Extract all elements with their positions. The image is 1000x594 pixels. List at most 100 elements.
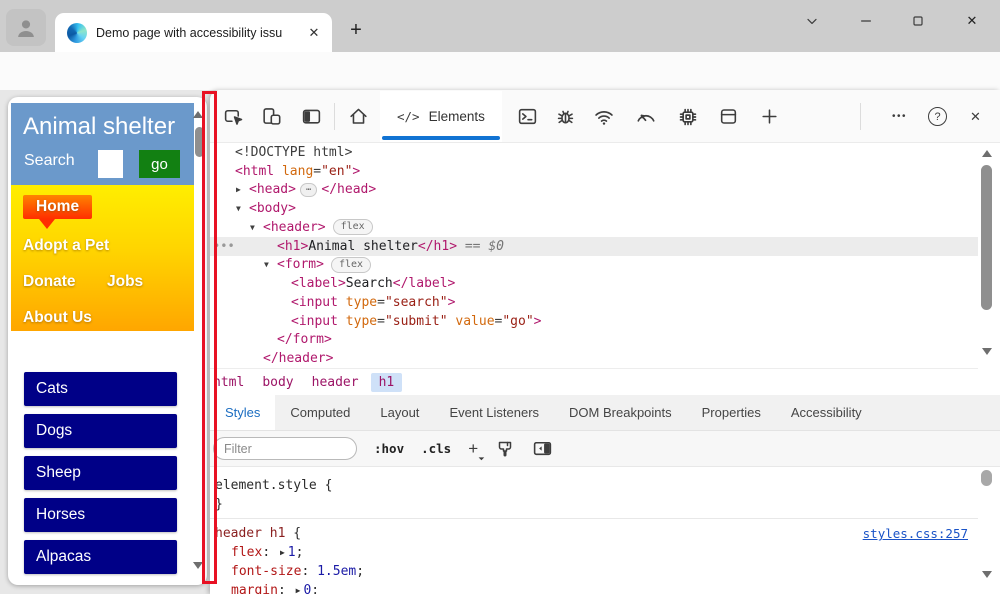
dom-tree-row[interactable]: <input type="search">: [210, 293, 978, 312]
tab-memory-button[interactable]: [676, 105, 699, 128]
new-style-rule-button[interactable]: [468, 439, 478, 459]
nav-link-home[interactable]: Home: [23, 195, 92, 219]
dom-tree-row[interactable]: <!DOCTYPE html>: [210, 143, 978, 162]
rendering-button[interactable]: [495, 439, 515, 459]
breadcrumb-item-header[interactable]: header: [312, 375, 359, 390]
dom-token-eq: =: [495, 314, 503, 329]
window-close-button[interactable]: [957, 8, 987, 34]
tab-actions-button[interactable]: [797, 8, 827, 34]
dom-tree-row[interactable]: </form>: [210, 331, 978, 350]
expand-arrow-icon[interactable]: ▶: [236, 185, 249, 194]
dom-token-tag: <head>: [249, 182, 296, 197]
nav-link-about-us[interactable]: About Us: [23, 309, 92, 327]
toggle-pseudo-state-button[interactable]: :hov: [374, 441, 404, 456]
computed-sidebar-toggle-button[interactable]: [532, 438, 553, 459]
css-colon: :: [301, 564, 317, 579]
css-semicolon: ;: [356, 564, 364, 579]
css-rule-selector: header h1: [215, 526, 285, 541]
expand-value-icon[interactable]: ▶: [296, 586, 301, 594]
nav-link-adopt-a-pet[interactable]: Adopt a Pet: [23, 237, 109, 255]
dom-scroll-down-icon[interactable]: [982, 348, 992, 355]
dom-tree-row[interactable]: ▶<head>⋯</head>: [210, 181, 978, 200]
dom-tree-row[interactable]: <input type="submit" value="go">: [210, 312, 978, 331]
dom-token-dots[interactable]: ⋯: [300, 183, 317, 197]
styles-filter-input[interactable]: [213, 437, 357, 460]
new-tab-button[interactable]: [343, 17, 369, 43]
tab-console-button[interactable]: [516, 105, 539, 128]
tab-performance-button[interactable]: [634, 105, 657, 128]
dom-tree-row[interactable]: </header>: [210, 349, 978, 368]
breadcrumb-item-h1[interactable]: h1: [371, 373, 403, 392]
css-declaration-margin[interactable]: margin: ▶0;: [210, 581, 978, 594]
devtools-close-button[interactable]: [964, 105, 987, 128]
inline-style-rule[interactable]: element.style {: [210, 476, 978, 495]
devtools-menu-button[interactable]: [888, 105, 911, 128]
tab-close-icon[interactable]: [305, 24, 323, 42]
styles-scrollbar-thumb[interactable]: [981, 470, 992, 486]
breadcrumb-item-body[interactable]: body: [262, 375, 293, 390]
tab-event-listeners[interactable]: Event Listeners: [434, 395, 554, 430]
nav-link-jobs[interactable]: Jobs: [107, 273, 143, 291]
animal-button-alpacas[interactable]: Alpacas: [24, 540, 177, 574]
expand-arrow-icon[interactable]: ▼: [264, 260, 277, 269]
focus-mode-button[interactable]: [300, 105, 323, 128]
device-emulation-button[interactable]: [260, 105, 283, 128]
inline-style-selector: element.style: [215, 478, 317, 493]
dom-tree-row[interactable]: ▼<form>flex: [210, 256, 978, 275]
tab-styles[interactable]: Styles: [210, 395, 275, 430]
toggle-class-button[interactable]: .cls: [421, 441, 451, 456]
dom-tree-row[interactable]: ▼<header>flex: [210, 218, 978, 237]
stylesheet-source-link[interactable]: styles.css:257: [863, 526, 968, 541]
css-property-value: 0: [303, 583, 311, 594]
gauge-icon: [635, 106, 657, 128]
tab-elements[interactable]: </> Elements: [380, 91, 502, 142]
welcome-home-button[interactable]: [347, 105, 370, 128]
edge-logo-icon: [67, 23, 87, 43]
profile-button[interactable]: [6, 9, 46, 46]
styles-pane: element.style { } header h1 { styles.css…: [210, 467, 978, 594]
avatar-icon: [14, 16, 38, 40]
home-icon: [348, 106, 369, 127]
dom-tree-row[interactable]: •••<h1>Animal shelter</h1> == $0: [210, 237, 978, 256]
dom-scroll-up-icon[interactable]: [982, 150, 992, 157]
expand-arrow-icon[interactable]: ▼: [236, 204, 249, 213]
help-button[interactable]: [926, 105, 949, 128]
expand-arrow-icon[interactable]: ▼: [250, 223, 263, 232]
search-input[interactable]: [98, 150, 123, 178]
browser-tab[interactable]: Demo page with accessibility issu: [55, 13, 332, 52]
animal-button-horses[interactable]: Horses: [24, 498, 177, 532]
tab-dom-breakpoints[interactable]: DOM Breakpoints: [554, 395, 687, 430]
css-rule-header[interactable]: header h1 { styles.css:257: [210, 524, 978, 543]
tab-accessibility[interactable]: Accessibility: [776, 395, 877, 430]
dom-token-badge: flex: [333, 219, 373, 235]
dom-token-tag: >: [352, 164, 360, 179]
css-declaration-flex[interactable]: flex: ▶1;: [210, 543, 978, 562]
more-tabs-button[interactable]: [758, 105, 781, 128]
css-declaration-font-size[interactable]: font-size: 1.5em;: [210, 562, 978, 581]
minimize-button[interactable]: [851, 8, 881, 34]
device-emulation-icon: [261, 106, 282, 127]
dom-tree-row[interactable]: <label>Search</label>: [210, 274, 978, 293]
issues-button[interactable]: [554, 105, 577, 128]
dom-scrollbar-thumb[interactable]: [981, 165, 992, 310]
dom-tree-row[interactable]: ▼<body>: [210, 199, 978, 218]
breadcrumb-item-html[interactable]: html: [213, 375, 244, 390]
tab-layout[interactable]: Layout: [365, 395, 434, 430]
animal-button-cats[interactable]: Cats: [24, 372, 177, 406]
minimize-icon: [858, 13, 874, 29]
maximize-button[interactable]: [903, 8, 933, 34]
go-button[interactable]: go: [139, 150, 180, 178]
styles-scroll-down-icon[interactable]: [982, 571, 992, 578]
tab-application-button[interactable]: [717, 105, 740, 128]
animal-button-dogs[interactable]: Dogs: [24, 414, 177, 448]
nav-link-donate[interactable]: Donate: [23, 273, 76, 291]
tab-properties[interactable]: Properties: [687, 395, 776, 430]
tab-computed[interactable]: Computed: [275, 395, 365, 430]
expand-value-icon[interactable]: ▶: [280, 548, 285, 557]
inspect-element-button[interactable]: [222, 105, 245, 128]
animal-button-sheep[interactable]: Sheep: [24, 456, 177, 490]
dom-token-eq: =: [377, 314, 385, 329]
webpage-viewport: Animal shelter Search go HomeAdopt a Pet…: [8, 97, 207, 585]
tab-network-button[interactable]: [592, 105, 615, 128]
dom-tree-row[interactable]: <html lang="en">: [210, 162, 978, 181]
